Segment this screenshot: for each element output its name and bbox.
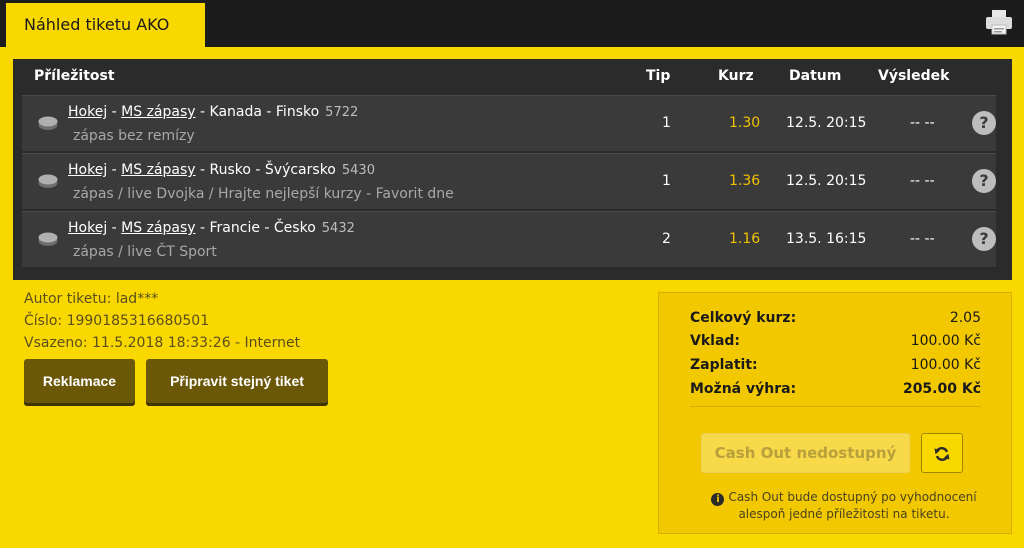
result-value: -- --	[910, 231, 935, 247]
market-name: zápas / live Dvojka / Hrajte nejlepší ku…	[73, 186, 454, 202]
col-event: Příležitost	[34, 68, 115, 84]
odds-value: 1.36	[729, 173, 761, 189]
tip-value: 1	[662, 115, 671, 131]
ticket-placed: Vsazeno: 11.5.2018 18:33:26 - Internet	[24, 335, 301, 351]
possible-win-label: Možná výhra:	[690, 381, 797, 397]
hockey-puck-icon	[37, 173, 59, 193]
tip-value: 1	[662, 173, 671, 189]
match-name: Francie - Česko	[209, 220, 316, 236]
hockey-puck-icon	[37, 231, 59, 251]
question-circle-icon[interactable]: ?	[972, 169, 996, 193]
cashout-note: i Cash Out bude dostupný po vyhodnocení a…	[699, 489, 989, 523]
printer-icon[interactable]	[984, 8, 1014, 36]
divider	[690, 406, 981, 407]
league-link[interactable]: MS zápasy	[121, 104, 195, 120]
col-result: Výsledek	[878, 68, 950, 84]
ticket-number: Číslo: 1990185316680501	[24, 313, 210, 329]
result-value: -- --	[910, 173, 935, 189]
separator: -	[107, 220, 122, 236]
date-value: 13.5. 16:15	[786, 231, 867, 247]
separator: -	[107, 162, 122, 178]
hockey-puck-icon	[37, 115, 59, 135]
separator: -	[195, 104, 210, 120]
total-odds-label: Celkový kurz:	[690, 310, 797, 326]
total-odds-value: 2.05	[949, 310, 981, 326]
odds-value: 1.30	[729, 115, 761, 131]
possible-win-value: 205.00 Kč	[902, 381, 981, 397]
date-value: 12.5. 20:15	[786, 173, 867, 189]
tip-value: 2	[662, 231, 671, 247]
tab-ticket-preview[interactable]: Náhled tiketu AKO	[6, 3, 205, 47]
match-name: Rusko - Švýcarsko	[209, 162, 336, 178]
question-circle-icon[interactable]: ?	[972, 227, 996, 251]
refresh-icon[interactable]	[921, 433, 963, 473]
match-name: Kanada - Finsko	[209, 104, 320, 120]
result-value: -- --	[910, 115, 935, 131]
info-icon: i	[711, 493, 725, 506]
question-circle-icon[interactable]: ?	[972, 111, 996, 135]
events-table: Příležitost Tip Kurz Datum Výsledek Hoke…	[13, 59, 1012, 280]
cashout-note-text: Cash Out bude dostupný po vyhodnocení al…	[728, 490, 977, 521]
pay-value: 100.00 Kč	[910, 357, 981, 373]
ticket-author: Autor tiketu: lad***	[24, 291, 159, 307]
date-value: 12.5. 20:15	[786, 115, 867, 131]
separator: -	[195, 162, 210, 178]
table-row: Hokej - MS zápasy - Rusko - Švýcarsko 543…	[22, 153, 996, 209]
stake-value: 100.00 Kč	[910, 333, 981, 349]
event-code: 5430	[341, 163, 375, 178]
ticket-summary: Celkový kurz: 2.05 Vklad: 100.00 Kč Zapl…	[658, 292, 1012, 534]
table-header: Příležitost Tip Kurz Datum Výsledek	[13, 59, 1012, 95]
event-name: Hokej - MS zápasy - Rusko - Švýcarsko 543…	[68, 162, 375, 178]
event-code: 5722	[325, 105, 359, 120]
sport-link[interactable]: Hokej	[68, 220, 107, 236]
separator: -	[107, 104, 122, 120]
prepare-same-ticket-button[interactable]: Připravit stejný tiket	[146, 359, 328, 403]
league-link[interactable]: MS zápasy	[121, 220, 195, 236]
stake-label: Vklad:	[690, 333, 741, 349]
table-row: Hokej - MS zápasy - Kanada - Finsko 5722 …	[22, 95, 996, 151]
col-odds: Kurz	[718, 68, 754, 84]
col-tip: Tip	[646, 68, 671, 84]
event-name: Hokej - MS zápasy - Francie - Česko 5432	[68, 220, 355, 236]
header-bar: Náhled tiketu AKO	[0, 0, 1024, 47]
sport-link[interactable]: Hokej	[68, 162, 107, 178]
league-link[interactable]: MS zápasy	[121, 162, 195, 178]
event-code: 5432	[321, 221, 355, 236]
pay-label: Zaplatit:	[690, 357, 758, 373]
market-name: zápas / live ČT Sport	[73, 244, 217, 260]
separator: -	[195, 220, 210, 236]
sport-link[interactable]: Hokej	[68, 104, 107, 120]
col-date: Datum	[789, 68, 842, 84]
odds-value: 1.16	[729, 231, 761, 247]
cashout-button[interactable]: Cash Out nedostupný	[701, 433, 910, 473]
market-name: zápas bez remízy	[73, 128, 195, 144]
table-row: Hokej - MS zápasy - Francie - Česko 5432 …	[22, 211, 996, 267]
event-name: Hokej - MS zápasy - Kanada - Finsko 5722	[68, 104, 358, 120]
complaint-button[interactable]: Reklamace	[24, 359, 135, 403]
